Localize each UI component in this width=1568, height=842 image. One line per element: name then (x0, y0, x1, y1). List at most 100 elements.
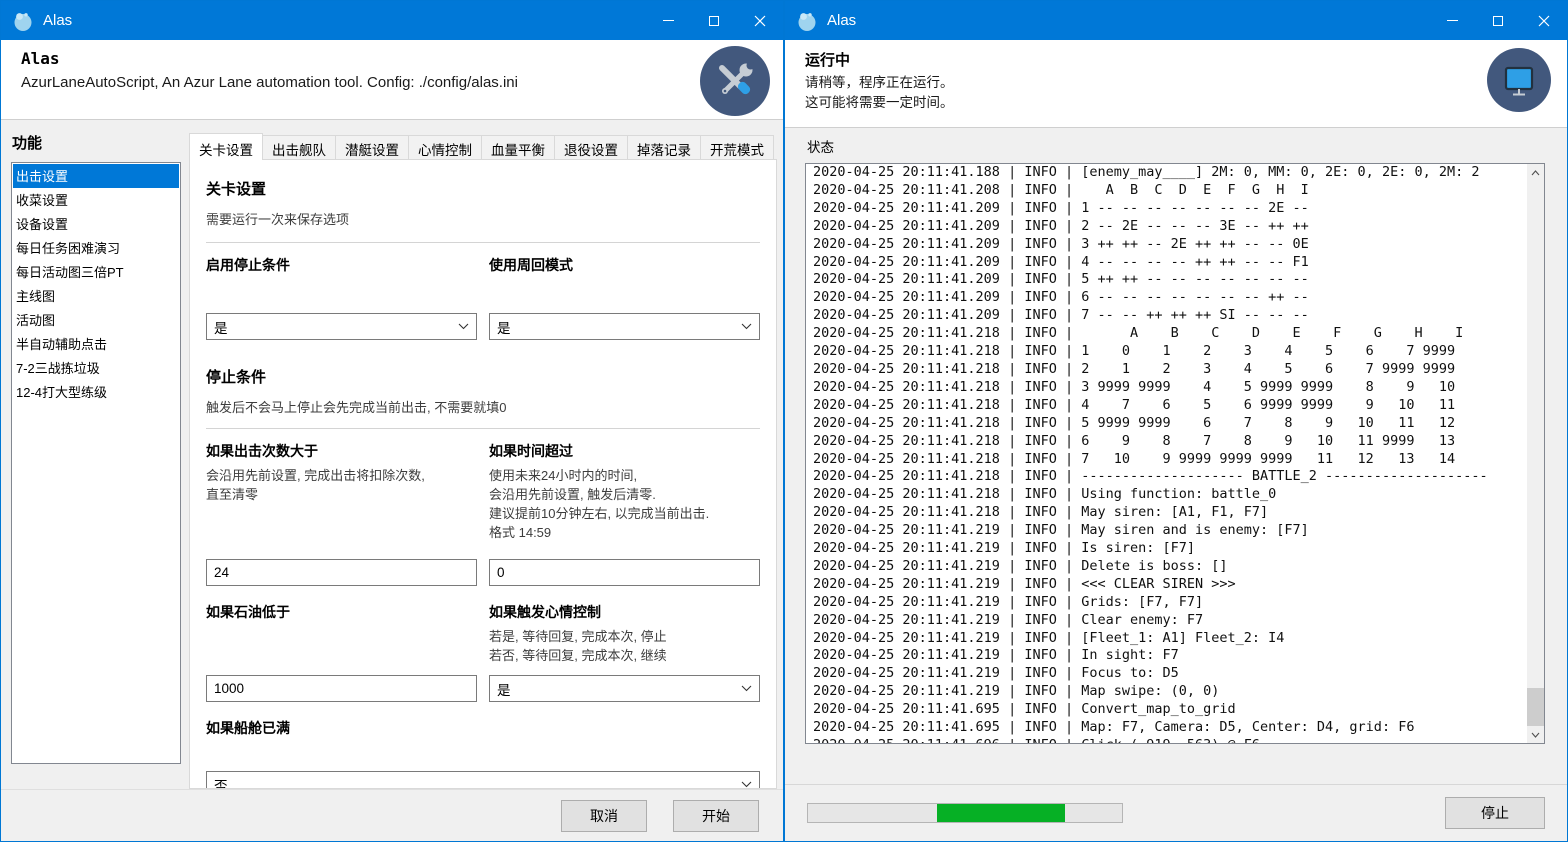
close-icon (1538, 15, 1550, 27)
monitor-icon (1487, 48, 1551, 112)
tab[interactable]: 潜艇设置 (335, 135, 409, 159)
chevron-down-icon (741, 323, 752, 330)
log-line: 2020-04-25 20:11:41.696 | INFO | Click (… (813, 737, 1527, 743)
tab[interactable]: 退役设置 (554, 135, 628, 159)
cancel-button[interactable]: 取消 (561, 800, 647, 832)
config-body: 功能 出击设置收菜设置设备设置每日任务困难演习每日活动图三倍PT主线图活动图半自… (1, 120, 783, 789)
runner-titlebar[interactable]: Alas (785, 1, 1567, 40)
panel-title: 关卡设置 (206, 178, 760, 199)
log-line: 2020-04-25 20:11:41.218 | INFO | 5 9999 … (813, 415, 1527, 433)
window-title: Alas (827, 12, 856, 29)
scrollbar-thumb[interactable] (1527, 688, 1544, 726)
tab[interactable]: 心情控制 (408, 135, 482, 159)
chevron-down-icon (741, 781, 752, 788)
function-list-item[interactable]: 半自动辅助点击 (13, 332, 179, 356)
use-loop-mode-select[interactable]: 是 (489, 313, 760, 340)
tab-panel: 关卡设置 需要运行一次来保存选项 启用停止条件 是 使用周回模式 (189, 159, 777, 789)
log-line: 2020-04-25 20:11:41.218 | INFO | Using f… (813, 486, 1527, 504)
maximize-icon (709, 16, 719, 26)
runner-window: Alas 运行中 请稍等，程序正在运行。 这可能将需要一定时间。 状态 (784, 0, 1568, 842)
log-line: 2020-04-25 20:11:41.209 | INFO | 6 -- --… (813, 289, 1527, 307)
log-content: 2020-04-25 20:11:41.188 | INFO | [enemy_… (806, 164, 1527, 743)
select-value: 否 (214, 775, 228, 790)
close-icon (754, 15, 766, 27)
log-line: 2020-04-25 20:11:41.209 | INFO | 2 -- 2E… (813, 218, 1527, 236)
if-emotion-control-label: 如果触发心情控制 (489, 602, 760, 622)
app-title: Alas (21, 49, 763, 68)
tab[interactable]: 血量平衡 (481, 135, 555, 159)
if-dock-full-select[interactable]: 否 (206, 771, 760, 789)
function-list-item[interactable]: 活动图 (13, 308, 179, 332)
use-loop-mode-label: 使用周回模式 (489, 255, 760, 275)
if-sortie-count-input[interactable] (206, 559, 477, 586)
log-line: 2020-04-25 20:11:41.218 | INFO | -------… (813, 468, 1527, 486)
log-scrollbar[interactable] (1527, 164, 1544, 743)
if-oil-below-input[interactable] (206, 675, 477, 702)
log-line: 2020-04-25 20:11:41.209 | INFO | 7 -- --… (813, 307, 1527, 325)
close-button[interactable] (1521, 1, 1567, 40)
chevron-down-icon (741, 685, 752, 692)
function-list-item[interactable]: 主线图 (13, 284, 179, 308)
log-line: 2020-04-25 20:11:41.209 | INFO | 5 ++ ++… (813, 271, 1527, 289)
log-line: 2020-04-25 20:11:41.218 | INFO | May sir… (813, 504, 1527, 522)
start-button[interactable]: 开始 (673, 800, 759, 832)
window-controls (1429, 1, 1567, 40)
config-header: Alas AzurLaneAutoScript, An Azur Lane au… (1, 40, 783, 120)
log-line: 2020-04-25 20:11:41.218 | INFO | 6 9 8 7… (813, 433, 1527, 451)
log-line: 2020-04-25 20:11:41.218 | INFO | 1 0 1 2… (813, 343, 1527, 361)
alas-logo-icon (12, 10, 34, 32)
enable-stop-condition-label: 启用停止条件 (206, 255, 477, 275)
select-value: 是 (214, 317, 228, 337)
log-line: 2020-04-25 20:11:41.695 | INFO | Convert… (813, 701, 1527, 719)
close-button[interactable] (737, 1, 783, 40)
log-line: 2020-04-25 20:11:41.218 | INFO | 2 1 2 3… (813, 361, 1527, 379)
enable-stop-condition-select[interactable]: 是 (206, 313, 477, 340)
tab[interactable]: 关卡设置 (189, 133, 263, 160)
function-list-item[interactable]: 出击设置 (13, 164, 179, 188)
if-emotion-control-select[interactable]: 是 (489, 675, 760, 702)
tab[interactable]: 开荒模式 (700, 135, 774, 159)
if-time-exceeds-input[interactable] (489, 559, 760, 586)
function-list-item[interactable]: 7-2三战拣垃圾 (13, 356, 179, 380)
function-list-item[interactable]: 每日任务困难演习 (13, 236, 179, 260)
log-line: 2020-04-25 20:11:41.188 | INFO | [enemy_… (813, 164, 1527, 182)
log-line: 2020-04-25 20:11:41.209 | INFO | 3 ++ ++… (813, 236, 1527, 254)
log-line: 2020-04-25 20:11:41.218 | INFO | 7 10 9 … (813, 451, 1527, 469)
function-list-item[interactable]: 12-4打大型练级 (13, 380, 179, 404)
chevron-up-icon (1531, 170, 1540, 176)
function-list-item[interactable]: 设备设置 (13, 212, 179, 236)
scroll-down-button[interactable] (1527, 726, 1544, 743)
maximize-button[interactable] (691, 1, 737, 40)
if-dock-full-label: 如果船舱已满 (206, 718, 760, 738)
log-line: 2020-04-25 20:11:41.219 | INFO | Delete … (813, 558, 1527, 576)
scroll-up-button[interactable] (1527, 164, 1544, 181)
runner-body: 状态 2020-04-25 20:11:41.188 | INFO | [ene… (785, 128, 1567, 784)
tools-icon (700, 46, 770, 116)
log-line: 2020-04-25 20:11:41.209 | INFO | 4 -- --… (813, 254, 1527, 272)
log-line: 2020-04-25 20:11:41.219 | INFO | Map swi… (813, 683, 1527, 701)
minimize-button[interactable] (1429, 1, 1475, 40)
window-title: Alas (43, 12, 72, 29)
log-line: 2020-04-25 20:11:41.218 | INFO | A B C D… (813, 325, 1527, 343)
tab[interactable]: 掉落记录 (627, 135, 701, 159)
function-list[interactable]: 出击设置收菜设置设备设置每日任务困难演习每日活动图三倍PT主线图活动图半自动辅助… (11, 162, 181, 764)
status-label: 状态 (807, 136, 1545, 156)
log-viewer[interactable]: 2020-04-25 20:11:41.188 | INFO | [enemy_… (805, 163, 1545, 744)
tab[interactable]: 出击舰队 (262, 135, 336, 159)
maximize-button[interactable] (1475, 1, 1521, 40)
sidebar-title: 功能 (12, 132, 181, 153)
minimize-button[interactable] (645, 1, 691, 40)
select-value: 是 (497, 679, 511, 699)
if-time-exceeds-label: 如果时间超过 (489, 441, 760, 461)
function-list-item[interactable]: 每日活动图三倍PT (13, 260, 179, 284)
config-titlebar[interactable]: Alas (1, 1, 783, 40)
if-sortie-count-desc: 会沿用先前设置, 完成出击将扣除次数, 直至清零 (206, 466, 477, 504)
log-line: 2020-04-25 20:11:41.208 | INFO | A B C D… (813, 182, 1527, 200)
config-footer: 取消 开始 (1, 789, 783, 841)
log-line: 2020-04-25 20:11:41.219 | INFO | [Fleet_… (813, 630, 1527, 648)
stop-button[interactable]: 停止 (1445, 797, 1545, 829)
stop-condition-title: 停止条件 (206, 366, 760, 387)
minimize-icon (663, 20, 674, 21)
function-list-item[interactable]: 收菜设置 (13, 188, 179, 212)
panel-subtitle: 需要运行一次来保存选项 (206, 209, 760, 228)
